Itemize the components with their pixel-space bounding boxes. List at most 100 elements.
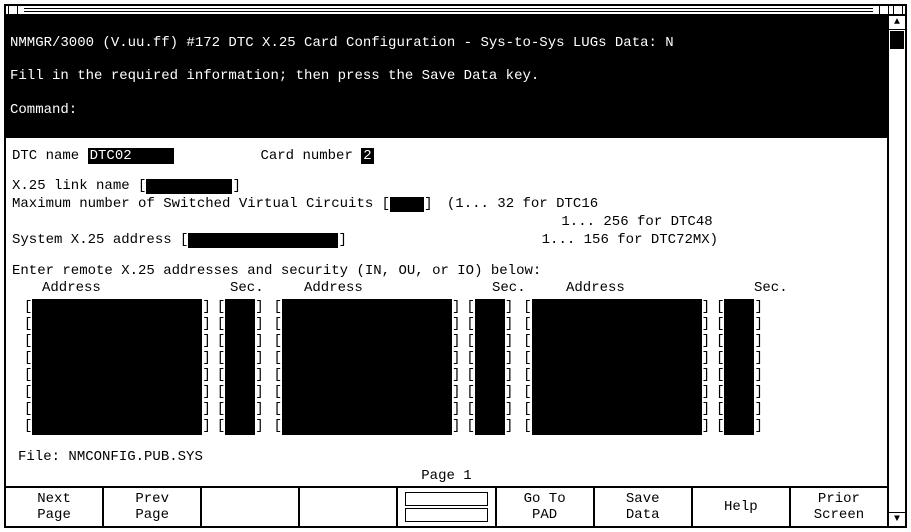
- scrollbar[interactable]: ▲ ▼: [889, 16, 905, 526]
- address-field[interactable]: []: [24, 367, 211, 384]
- security-field[interactable]: []: [466, 384, 513, 401]
- fkey-label-2: Screen: [814, 507, 864, 523]
- grid-header: Address Sec. Address Sec. Address Sec.: [12, 280, 881, 297]
- fkey-9[interactable]: PriorScreen: [791, 488, 887, 526]
- security-field[interactable]: []: [716, 333, 763, 350]
- page-indicator: Page 1: [421, 468, 471, 484]
- security-field[interactable]: []: [466, 367, 513, 384]
- address-field[interactable]: []: [274, 384, 461, 401]
- security-field[interactable]: []: [716, 350, 763, 367]
- window-maximize-icon[interactable]: [893, 5, 903, 15]
- command-label: Command:: [10, 102, 77, 118]
- fkey-label-1: Go To: [524, 491, 566, 507]
- fkey-8[interactable]: Help: [693, 488, 791, 526]
- x25-link-field[interactable]: [138, 178, 241, 195]
- address-field[interactable]: []: [523, 350, 710, 367]
- address-field[interactable]: []: [24, 384, 211, 401]
- fkey-label-1: Prev: [135, 491, 169, 507]
- scroll-up-icon[interactable]: ▲: [889, 16, 905, 30]
- max-svc-hint2: 1... 256 for DTC48: [553, 214, 713, 230]
- security-field[interactable]: []: [466, 418, 513, 435]
- address-grid: [][][][][][][][][][][][][][][][][][][][]…: [12, 299, 881, 435]
- dtc-name-label: DTC name: [12, 148, 88, 164]
- function-keys: NextPagePrevPageGo ToPADSaveDataHelpPrio…: [6, 486, 887, 526]
- address-field[interactable]: []: [274, 333, 461, 350]
- address-field[interactable]: []: [24, 333, 211, 350]
- terminal-window: NMMGR/3000 (V.uu.ff) #172 DTC X.25 Card …: [4, 4, 907, 528]
- fkey-label-1: Save: [626, 491, 660, 507]
- security-field[interactable]: []: [217, 316, 264, 333]
- scroll-track[interactable]: [889, 50, 905, 512]
- security-field[interactable]: []: [716, 418, 763, 435]
- header-block: NMMGR/3000 (V.uu.ff) #172 DTC X.25 Card …: [6, 16, 887, 138]
- max-svc-field[interactable]: [382, 196, 433, 213]
- main-panel: NMMGR/3000 (V.uu.ff) #172 DTC X.25 Card …: [6, 16, 889, 526]
- address-field[interactable]: []: [523, 299, 710, 316]
- sys-x25-addr-label: System X.25 address: [12, 232, 180, 248]
- fkey-label-2: Page: [135, 507, 169, 523]
- header-line1: NMMGR/3000 (V.uu.ff) #172 DTC X.25 Card …: [10, 35, 674, 51]
- card-number-field[interactable]: 2: [361, 148, 373, 165]
- fkey-label-1: Help: [724, 499, 758, 515]
- fkey-2[interactable]: PrevPage: [104, 488, 202, 526]
- security-field[interactable]: []: [466, 350, 513, 367]
- security-field[interactable]: []: [466, 299, 513, 316]
- sys-x25-addr-field[interactable]: [180, 232, 347, 249]
- dtc-name-field[interactable]: DTC02: [88, 148, 174, 165]
- address-field[interactable]: []: [274, 367, 461, 384]
- fkey-7[interactable]: SaveData: [595, 488, 693, 526]
- security-field[interactable]: []: [217, 333, 264, 350]
- address-field[interactable]: []: [523, 384, 710, 401]
- address-field[interactable]: []: [274, 299, 461, 316]
- fkey-5[interactable]: [398, 488, 496, 526]
- security-field[interactable]: []: [217, 401, 264, 418]
- fkey-6[interactable]: Go ToPAD: [497, 488, 595, 526]
- fkey-label-2: Page: [37, 507, 71, 523]
- address-field[interactable]: []: [274, 401, 461, 418]
- address-field[interactable]: []: [24, 350, 211, 367]
- fkey-1[interactable]: NextPage: [6, 488, 104, 526]
- window-titlebar: [6, 6, 905, 16]
- security-field[interactable]: []: [217, 367, 264, 384]
- security-field[interactable]: []: [217, 418, 264, 435]
- col-sec-1: Sec.: [230, 280, 304, 297]
- file-value: NMCONFIG.PUB.SYS: [68, 449, 202, 465]
- security-field[interactable]: []: [217, 350, 264, 367]
- scroll-thumb[interactable]: [890, 31, 904, 49]
- security-field[interactable]: []: [716, 316, 763, 333]
- fkey-label-2: PAD: [532, 507, 557, 523]
- address-field[interactable]: []: [523, 316, 710, 333]
- address-field[interactable]: []: [24, 401, 211, 418]
- grid-intro: Enter remote X.25 addresses and security…: [12, 263, 541, 279]
- security-field[interactable]: []: [716, 401, 763, 418]
- security-field[interactable]: []: [466, 316, 513, 333]
- address-field[interactable]: []: [24, 299, 211, 316]
- col-sec-3: Sec.: [754, 280, 828, 297]
- address-field[interactable]: []: [523, 401, 710, 418]
- address-field[interactable]: []: [523, 333, 710, 350]
- col-address-2: Address: [304, 280, 492, 297]
- address-field[interactable]: []: [274, 418, 461, 435]
- titlebar-decoration: [24, 8, 873, 12]
- window-minimize-icon[interactable]: [879, 5, 889, 15]
- max-svc-hint1: (1... 32 for DTC16: [447, 196, 598, 212]
- security-field[interactable]: []: [217, 384, 264, 401]
- address-field[interactable]: []: [274, 350, 461, 367]
- max-svc-hint3: 1... 156 for DTC72MX): [533, 232, 718, 248]
- security-field[interactable]: []: [217, 299, 264, 316]
- address-field[interactable]: []: [274, 316, 461, 333]
- security-field[interactable]: []: [716, 384, 763, 401]
- address-field[interactable]: []: [24, 316, 211, 333]
- file-label: File:: [18, 449, 68, 465]
- address-field[interactable]: []: [24, 418, 211, 435]
- address-field[interactable]: []: [523, 418, 710, 435]
- col-address-1: Address: [42, 280, 230, 297]
- security-field[interactable]: []: [716, 367, 763, 384]
- security-field[interactable]: []: [466, 401, 513, 418]
- command-input[interactable]: [77, 102, 837, 119]
- address-field[interactable]: []: [523, 367, 710, 384]
- security-field[interactable]: []: [716, 299, 763, 316]
- scroll-down-icon[interactable]: ▼: [889, 512, 905, 526]
- window-menu-icon[interactable]: [8, 5, 18, 15]
- security-field[interactable]: []: [466, 333, 513, 350]
